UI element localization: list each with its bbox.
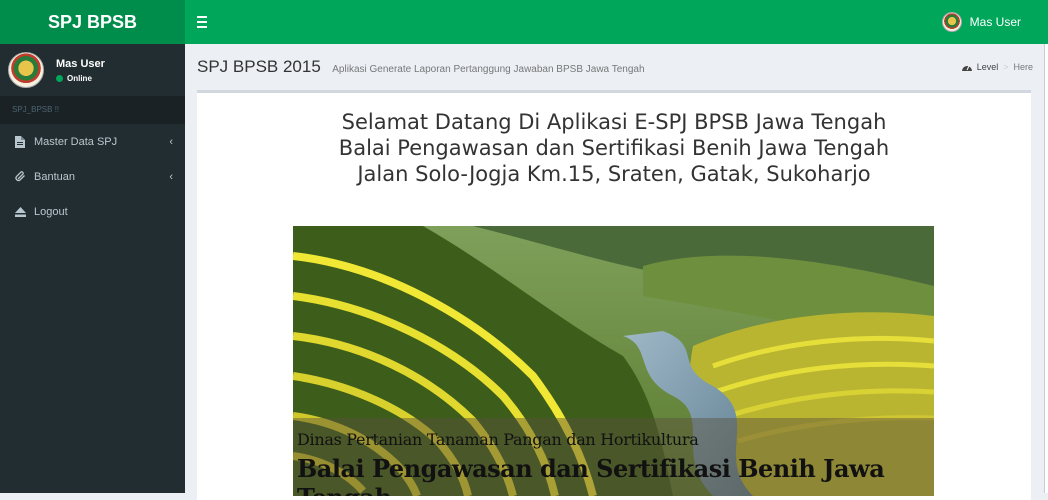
app-logo[interactable]: SPJ BPSB [0, 0, 185, 44]
window-scrollbar[interactable] [1044, 44, 1048, 493]
status-indicator[interactable]: Online [56, 74, 105, 83]
sidebar-avatar [8, 52, 44, 88]
breadcrumb-current: Here [1013, 62, 1033, 72]
sidebar-item-label: Logout [34, 205, 68, 218]
eject-icon [14, 206, 26, 218]
content-wrapper: SPJ BPSB 2015 Aplikasi Generate Laporan … [185, 44, 1048, 500]
banner-caption-line-1: Dinas Pertanian Tanaman Pangan dan Horti… [297, 430, 699, 449]
dashboard-icon [961, 62, 972, 73]
chevron-left-icon: ‹ [169, 135, 173, 148]
online-dot-icon [56, 74, 63, 82]
sidebar-item-label: Master Data SPJ [34, 135, 118, 148]
user-panel: Mas User Online [0, 44, 185, 96]
file-icon [14, 135, 26, 148]
sidebar: Mas User Online SPJ_BPSB !! Master Data … [0, 44, 185, 493]
top-navbar: Mas User [185, 0, 1048, 44]
chevron-left-icon: ‹ [169, 170, 173, 183]
user-menu-name: Mas User [969, 15, 1021, 29]
breadcrumb: Level > Here [961, 62, 1033, 73]
breadcrumb-level[interactable]: Level [977, 62, 999, 72]
welcome-box: Selamat Datang Di Aplikasi E-SPJ BPSB Ja… [197, 90, 1031, 500]
banner-image: Dinas Pertanian Tanaman Pangan dan Horti… [293, 226, 934, 496]
user-avatar-icon [941, 12, 962, 32]
paperclip-icon [14, 171, 26, 183]
welcome-line-2: Balai Pengawasan dan Sertifikasi Benih J… [338, 136, 890, 160]
welcome-line-1: Selamat Datang Di Aplikasi E-SPJ BPSB Ja… [341, 110, 887, 134]
page-title: SPJ BPSB 2015 [197, 57, 321, 76]
breadcrumb-separator: > [1003, 62, 1009, 72]
sidebar-item-logout[interactable]: Logout [0, 194, 185, 229]
sidebar-item-label: Bantuan [34, 170, 75, 183]
status-label: Online [67, 73, 92, 83]
banner-caption: Dinas Pertanian Tanaman Pangan dan Horti… [293, 418, 934, 496]
main-header: SPJ BPSB Mas User [0, 0, 1048, 44]
welcome-text: Selamat Datang Di Aplikasi E-SPJ BPSB Ja… [197, 93, 1031, 187]
sidebar-user-name: Mas User [56, 57, 105, 70]
welcome-line-3: Jalan Solo-Jogja Km.15, Sraten, Gatak, S… [357, 162, 871, 186]
sidebar-toggle-icon[interactable] [197, 13, 215, 31]
sidebar-item-master-data-spj[interactable]: Master Data SPJ ‹ [0, 124, 185, 159]
content-header: SPJ BPSB 2015 Aplikasi Generate Laporan … [185, 44, 1048, 90]
sidebar-item-bantuan[interactable]: Bantuan ‹ [0, 159, 185, 194]
banner-caption-line-2: Balai Pengawasan dan Sertifikasi Benih J… [297, 454, 885, 496]
sidebar-section-header: SPJ_BPSB !! [0, 96, 185, 124]
page-subtitle: Aplikasi Generate Laporan Pertanggung Ja… [332, 64, 645, 75]
user-menu[interactable]: Mas User [941, 12, 1021, 32]
